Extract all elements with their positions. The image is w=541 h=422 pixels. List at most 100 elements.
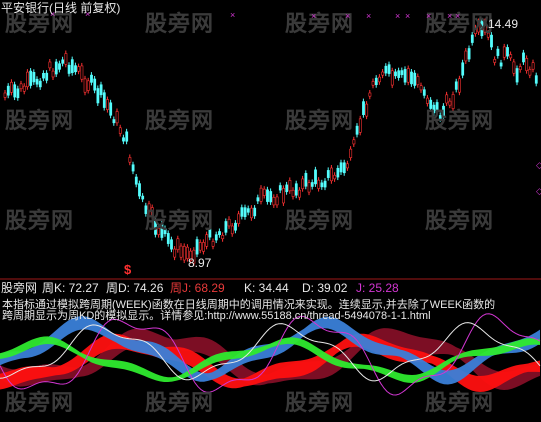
- candle-body: [58, 63, 61, 70]
- candle-body: [323, 180, 327, 188]
- x-marker: ◇: [536, 186, 541, 196]
- watermark: 股旁网: [285, 12, 355, 37]
- watermark: 股旁网: [145, 209, 215, 234]
- candle-body: [19, 83, 23, 90]
- signal-marker: $: [124, 262, 132, 277]
- high-price-label: 14.49: [488, 17, 519, 31]
- candle-body: [272, 197, 276, 206]
- candle-body: [224, 221, 228, 233]
- candle-body: [102, 92, 106, 108]
- x-marker: ×: [395, 11, 401, 21]
- candle-body: [346, 163, 349, 169]
- candle-body: [362, 101, 365, 115]
- candle-body: [358, 118, 362, 133]
- watermark: 股旁网: [5, 109, 75, 134]
- candle-body: [525, 58, 529, 71]
- candle-body: [419, 85, 423, 91]
- candle-body: [301, 178, 305, 190]
- watermark: 股旁网: [5, 209, 75, 234]
- candle-body: [10, 81, 13, 93]
- watermark: 股旁网: [425, 209, 495, 234]
- candle-body: [237, 213, 241, 224]
- candle-body: [314, 169, 317, 185]
- candle-body: [509, 54, 513, 59]
- candle-body: [138, 183, 141, 197]
- candle-body: [352, 139, 356, 145]
- candle-body: [35, 78, 39, 85]
- candle-body: [16, 88, 20, 99]
- candle-body: [106, 99, 109, 110]
- candle-body: [202, 242, 205, 252]
- watermark: 股旁网: [425, 391, 495, 416]
- candle-body: [458, 78, 461, 93]
- candle-body: [70, 59, 74, 73]
- candle-body: [182, 246, 186, 261]
- watermark: 股旁网: [425, 109, 495, 134]
- candle-body: [93, 78, 97, 91]
- candle-body: [198, 242, 202, 251]
- candle-body: [112, 119, 116, 124]
- candle-body: [355, 125, 359, 135]
- candle-body: [349, 148, 353, 158]
- x-marker: ◇: [536, 160, 541, 170]
- watermark: 股旁网: [145, 391, 215, 416]
- candle-body: [499, 62, 503, 67]
- candle-body: [45, 72, 49, 81]
- candle-body: [48, 61, 52, 69]
- candle-body: [115, 111, 119, 124]
- candle-body: [336, 167, 340, 178]
- candle-body: [298, 189, 301, 198]
- k-value: K: 34.44: [244, 281, 289, 295]
- candle-body: [6, 85, 10, 96]
- weekly-j-value: 周J: 68.29: [170, 281, 225, 295]
- candle-body: [256, 197, 260, 202]
- candle-body: [515, 68, 519, 83]
- candle-body: [77, 66, 81, 72]
- candle-body: [512, 61, 516, 74]
- candle-body: [368, 92, 372, 97]
- candle-body: [342, 162, 346, 174]
- candle-body: [211, 241, 215, 247]
- candle-body: [413, 72, 417, 86]
- candle-body: [278, 185, 282, 191]
- candle-body: [378, 76, 381, 83]
- candle-body: [230, 225, 234, 235]
- candle-body: [51, 70, 55, 78]
- candle-body: [320, 182, 324, 188]
- candle-body: [32, 72, 36, 83]
- candle-body: [397, 70, 401, 78]
- candle-body: [339, 162, 343, 173]
- watermark: 股旁网: [285, 109, 355, 134]
- watermark: 股旁网: [285, 209, 355, 234]
- candle-body: [64, 53, 68, 65]
- candle-body: [109, 102, 113, 116]
- candle-body: [371, 81, 375, 86]
- candle-body: [330, 167, 333, 182]
- x-marker: ×: [426, 11, 432, 21]
- candle-body: [461, 62, 465, 76]
- candle-body: [304, 173, 308, 187]
- candle-body: [170, 239, 173, 250]
- candle-body: [317, 179, 321, 189]
- candle-body: [381, 71, 385, 76]
- candle-body: [253, 207, 257, 217]
- watermark: 股旁网: [5, 391, 75, 416]
- weekly-k-value: 周K: 72.27: [42, 281, 99, 295]
- candle-body: [176, 238, 180, 250]
- watermark: 股旁网: [145, 12, 215, 37]
- candle-body: [29, 70, 33, 86]
- candle-body: [128, 157, 132, 163]
- x-marker: ×: [345, 11, 351, 21]
- candle-body: [390, 70, 394, 86]
- candle-body: [422, 89, 426, 96]
- candle-body: [291, 189, 295, 197]
- candle-body: [214, 234, 218, 241]
- candle-body: [74, 65, 77, 73]
- indicator-note-2: 跨周期显示为周KD的模拟显示。详情参见:http://www.55188.cn/…: [2, 310, 431, 322]
- candle-body: [531, 62, 535, 70]
- candle-body: [522, 52, 525, 63]
- candle-body: [221, 235, 225, 240]
- candle-body: [262, 188, 266, 196]
- candle-body: [266, 189, 269, 202]
- indicator-title: 股旁网: [1, 281, 38, 295]
